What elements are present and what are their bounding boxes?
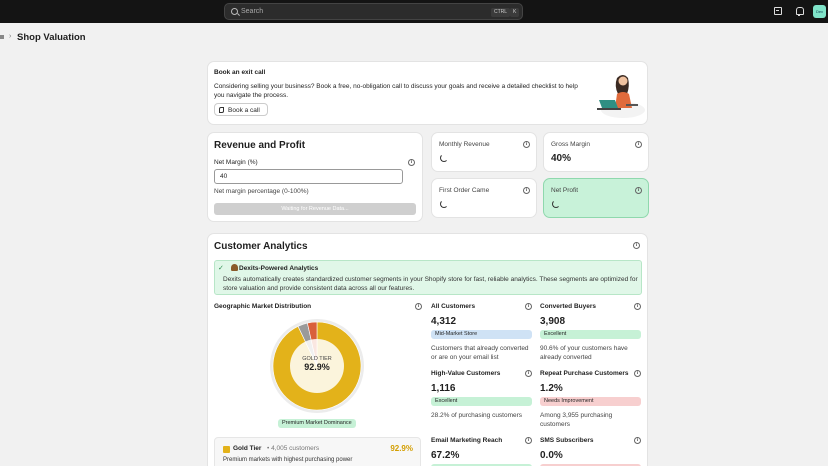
exit-call-title: Book an exit call [214, 69, 266, 76]
net-margin-hint: Net margin percentage (0-100%) [214, 188, 309, 195]
loading-spinner-icon [440, 200, 448, 208]
info-icon[interactable]: i [523, 141, 530, 148]
stat-description: Customers that already converted or are … [431, 345, 529, 361]
info-icon[interactable]: i [415, 303, 422, 310]
loading-spinner-icon [440, 154, 448, 162]
stat-value: 67.2% [431, 450, 460, 461]
monthly-revenue-label: Monthly Revenue [439, 141, 490, 148]
stat-all-customers: All Customers i 4,312 Mid-Market Store C… [431, 303, 532, 362]
stat-value: 1,116 [431, 383, 456, 394]
stat-description: 90.6% of your customers have already con… [540, 345, 628, 361]
loading-spinner-icon [552, 200, 560, 208]
pie-percent: 92.9% [304, 362, 330, 372]
geo-title: Geographic Market Distribution [214, 303, 312, 310]
tier-name: Gold Tier [233, 445, 262, 452]
stat-badge: Mid-Market Store [431, 330, 532, 339]
revenue-title: Revenue and Profit [214, 140, 306, 151]
stat-value: 1.2% [540, 383, 563, 394]
gold-swatch [223, 446, 230, 453]
tier-count: • 4,005 customers [267, 445, 320, 452]
shortcut-k: K [510, 8, 520, 17]
exit-call-body: Considering selling your business? Book … [214, 83, 578, 99]
info-icon[interactable]: i [634, 437, 641, 444]
store-icon[interactable] [774, 7, 782, 15]
stat-badge: Excellent [431, 397, 532, 406]
top-bar: Search CTRL K Dex [0, 0, 828, 23]
stat-label: Email Marketing Reach [431, 437, 503, 444]
analytics-title: Customer Analytics [214, 241, 308, 252]
analytics-banner: ✓ Dexits-Powered Analytics Dexits automa… [214, 260, 642, 295]
search-placeholder: Search [241, 8, 264, 15]
shortcut-ctrl: CTRL [491, 8, 511, 17]
book-call-button[interactable]: Book a call [214, 103, 268, 116]
search-input[interactable]: Search CTRL K [224, 3, 523, 20]
banner-title: Dexits-Powered Analytics [239, 265, 319, 272]
banner-body: Dexits automatically creates standardize… [223, 276, 638, 292]
info-icon[interactable]: i [634, 303, 641, 310]
stat-description: Among 3,955 purchasing customers [540, 412, 613, 428]
info-icon[interactable]: i [525, 303, 532, 310]
first-order-card: First Order Came i [431, 178, 537, 218]
info-icon[interactable]: i [633, 242, 640, 249]
waiting-revenue-button[interactable]: Waiting for Revenue Data... [214, 203, 416, 215]
stat-value: 0.0% [540, 450, 563, 461]
book-call-label: Book a call [228, 106, 260, 114]
gross-margin-value: 40% [551, 153, 572, 164]
stat-label: All Customers [431, 303, 476, 310]
net-margin-label: Net Margin (%) [214, 159, 258, 166]
customer-analytics-card: Customer Analytics i ✓ Dexits-Powered An… [207, 233, 648, 466]
info-icon[interactable]: i [634, 370, 641, 377]
bell-icon[interactable] [795, 7, 804, 16]
stat-label: Repeat Purchase Customers [540, 370, 629, 377]
stat-email-reach: Email Marketing Reach i 67.2% [431, 437, 532, 466]
gross-margin-label: Gross Margin [551, 141, 591, 148]
net-margin-input[interactable]: 40 [214, 169, 403, 184]
tier-percent: 92.9% [390, 444, 413, 453]
stat-label: Converted Buyers [540, 303, 596, 310]
info-icon[interactable]: i [408, 159, 415, 166]
phone-icon [219, 107, 224, 113]
revenue-profit-card: Revenue and Profit Net Margin (%) i 40 N… [207, 132, 423, 222]
geo-pie-chart: GOLD TIER 92.9% [269, 318, 365, 414]
net-profit-label: Net Profit [551, 187, 579, 194]
chevron-right-icon: › [9, 33, 12, 40]
info-icon[interactable]: i [523, 187, 530, 194]
stat-repeat-purchase: Repeat Purchase Customers i 1.2% Needs I… [540, 370, 641, 429]
gross-margin-card: Gross Margin i 40% [543, 132, 649, 172]
monthly-revenue-card: Monthly Revenue i [431, 132, 537, 172]
stat-label: High-Value Customers [431, 370, 501, 377]
info-icon[interactable]: i [525, 370, 532, 377]
stat-value: 3,908 [540, 316, 566, 327]
stat-value: 4,312 [431, 316, 457, 327]
home-icon[interactable] [0, 34, 5, 40]
stat-description: 28.2% of purchasing customers [431, 412, 523, 419]
tier-description: Premium markets with highest purchasing … [223, 457, 353, 463]
stat-badge: Excellent [540, 330, 641, 339]
stat-sms-subscribers: SMS Subscribers i 0.0% [540, 437, 641, 466]
info-icon[interactable]: i [635, 141, 642, 148]
exit-call-card: Book an exit call Considering selling yo… [207, 61, 648, 125]
net-profit-card: Net Profit i [543, 178, 649, 218]
stat-converted-buyers: Converted Buyers i 3,908 Excellent 90.6%… [540, 303, 641, 362]
stat-high-value: High-Value Customers i 1,116 Excellent 2… [431, 370, 532, 420]
gold-tier-card[interactable]: Gold Tier • 4,005 customers 92.9% Premiu… [214, 437, 421, 466]
search-icon [231, 8, 238, 15]
first-order-label: First Order Came [439, 187, 490, 194]
avatar[interactable]: Dex [813, 5, 826, 18]
stat-label: SMS Subscribers [540, 437, 594, 444]
person-laptop-illustration [597, 75, 645, 118]
page-title: Shop Valuation [17, 32, 86, 43]
dominance-badge: Premium Market Dominance [278, 419, 356, 428]
info-icon[interactable]: i [635, 187, 642, 194]
stat-badge: Needs Improvement [540, 397, 641, 406]
info-icon[interactable]: i [525, 437, 532, 444]
